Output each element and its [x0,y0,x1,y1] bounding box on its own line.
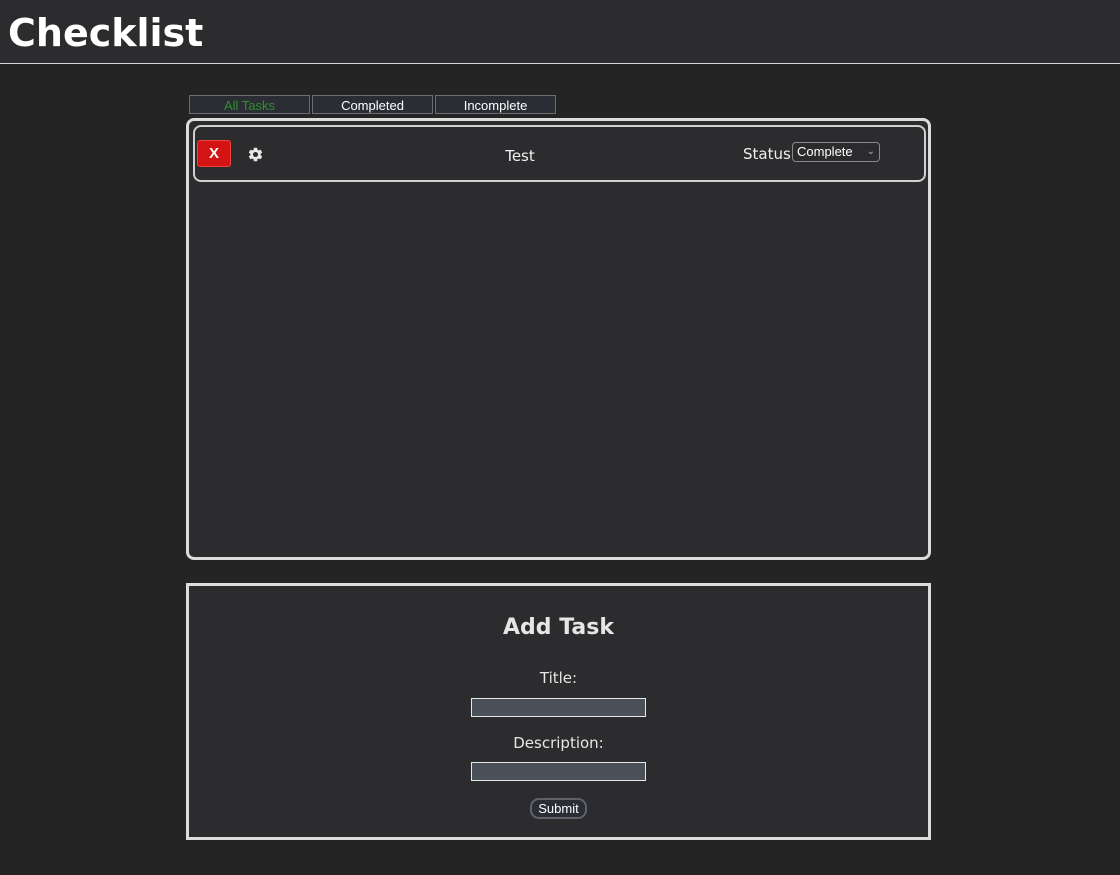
add-task-panel: Add Task Title: Description: Submit [186,583,931,840]
task-list: X Test Status: Complete ⌄ [186,118,931,560]
task-title: Test [505,147,535,165]
submit-button[interactable]: Submit [530,798,587,819]
tab-completed[interactable]: Completed [312,95,433,114]
title-input[interactable] [471,698,646,717]
app-header: Checklist [0,0,1120,64]
add-task-heading: Add Task [503,615,614,640]
title-label: Title: [539,669,578,687]
status-select[interactable]: Complete ⌄ [792,142,880,162]
status-select-value: Complete [797,144,853,159]
status-label: Status: [743,145,796,163]
delete-task-button[interactable]: X [197,140,231,167]
description-label: Description: [513,734,604,752]
tab-all-tasks[interactable]: All Tasks [189,95,310,114]
app-title: Checklist [8,11,204,55]
tab-incomplete[interactable]: Incomplete [435,95,556,114]
chevron-down-icon: ⌄ [866,146,875,157]
description-input[interactable] [471,762,646,781]
task-item: X Test Status: Complete ⌄ [193,125,926,182]
gear-icon[interactable] [247,146,264,163]
